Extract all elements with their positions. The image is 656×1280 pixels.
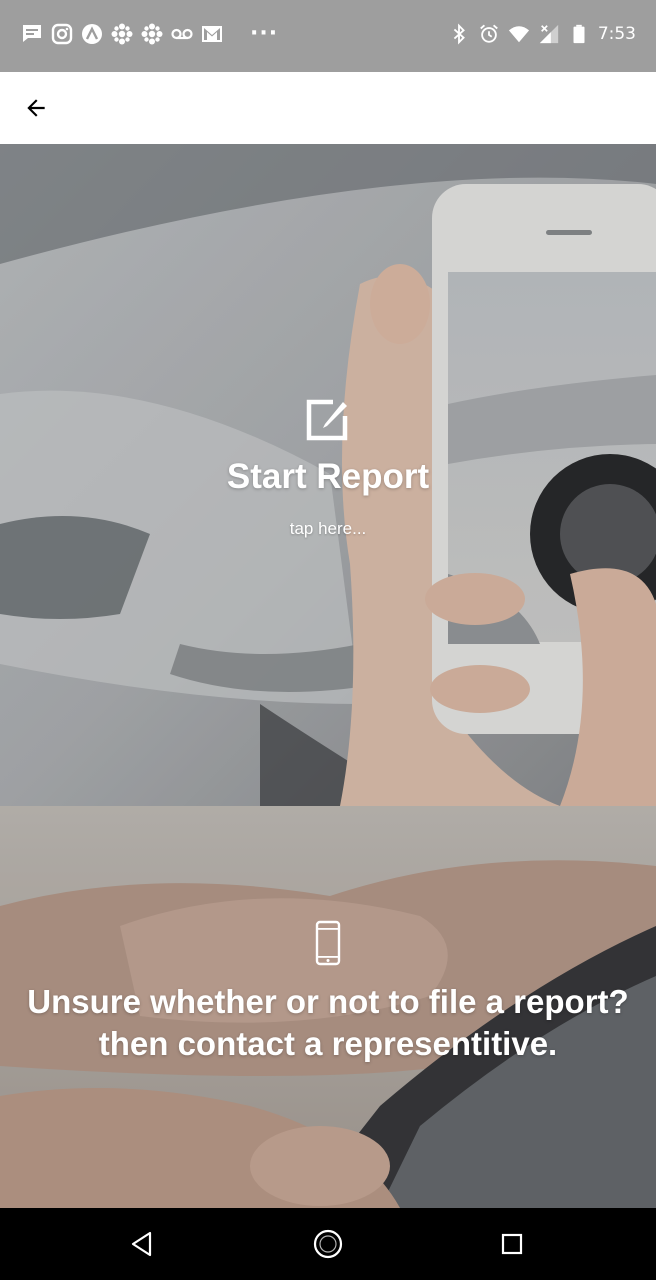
start-report-content: Start Report tap here... [0,396,656,539]
start-report-title: Start Report [226,457,430,496]
back-button[interactable] [16,88,56,128]
app-toolbar [0,72,656,144]
contact-representative-text: Unsure whether or not to file a report? … [27,983,629,1062]
smartphone-icon [315,920,341,966]
cbc-icon [141,23,163,45]
delta-icon [82,24,102,44]
back-triangle-icon [131,1231,152,1257]
status-bar: ··· 7:53 [0,0,656,72]
start-report-subtitle: tap here... [289,519,367,538]
nav-home-button[interactable] [312,1228,344,1260]
home-circle-icon [313,1229,343,1259]
system-nav-bar [0,1208,656,1280]
recents-square-icon [501,1233,523,1255]
battery-icon [573,24,585,44]
arrow-back-icon [27,99,45,117]
edit-icon [306,399,348,441]
message-icon [23,25,41,42]
system-icons: 7:53 [448,22,636,46]
instagram-icon [51,23,73,45]
alarm-icon [479,24,498,43]
voicemail-icon [171,28,193,40]
nav-back-button[interactable] [126,1228,158,1260]
screen: ··· 7:53 Start Report tap here... Unsure… [0,0,656,1280]
wifi-icon [508,26,529,43]
notification-icons: ··· [20,22,278,46]
status-time: 7:53 [597,24,636,44]
nav-recents-button[interactable] [496,1228,528,1260]
start-report-card[interactable]: Start Report tap here... [0,144,656,806]
bluetooth-icon [453,23,465,45]
contact-representative-card[interactable]: Unsure whether or not to file a report? … [0,806,656,1208]
signal-icon [539,24,558,44]
more-notifications-icon: ··· [250,21,279,46]
cbc-icon [111,23,133,45]
gmail-icon [202,26,222,42]
contact-representative-content: Unsure whether or not to file a report? … [0,920,656,1065]
